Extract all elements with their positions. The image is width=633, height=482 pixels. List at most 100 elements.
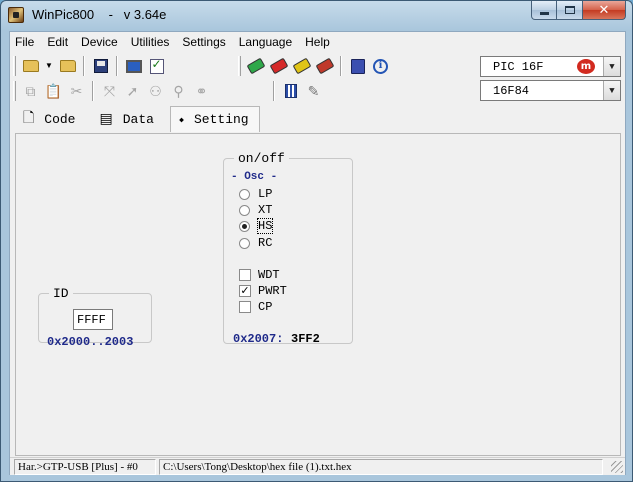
check-hardware-button[interactable]: [145, 55, 168, 77]
radio-hs[interactable]: [239, 220, 250, 232]
menu-language[interactable]: Language: [239, 35, 292, 49]
menu-edit[interactable]: Edit: [47, 35, 68, 49]
chevron-down-icon[interactable]: ▼: [603, 81, 620, 100]
replace-button[interactable]: ⚭: [190, 80, 213, 102]
hex-grid-icon: [284, 84, 297, 98]
osc-option-hs[interactable]: HS: [239, 218, 274, 234]
window-title: WinPic800 - v 3.64e: [32, 7, 167, 22]
microchip-logo-icon: m: [577, 59, 595, 74]
toolbar-area: ▼ i ⧉ 📋 ✂: [10, 53, 625, 103]
menu-device[interactable]: Device: [81, 35, 118, 49]
close-button[interactable]: ✕: [583, 1, 626, 20]
hex-view-button[interactable]: [279, 80, 302, 102]
device-select[interactable]: 16F84 ▼: [480, 80, 621, 101]
chevron-down-icon[interactable]: ▼: [603, 57, 620, 76]
menu-file[interactable]: File: [15, 35, 34, 49]
paste-icon: 📋: [44, 83, 63, 99]
open-file-button[interactable]: [19, 55, 42, 77]
cut-button[interactable]: ✂: [65, 80, 88, 102]
maximize-icon: [564, 6, 575, 14]
osc-option-label: XT: [258, 203, 273, 217]
status-file-path: C:\Users\Tong\Desktop\hex file (1).txt.h…: [159, 459, 603, 475]
radio-lp[interactable]: [239, 188, 250, 200]
open-folder-icon: [22, 60, 39, 72]
view-tabs: 🗋 Code ▤ Data ⬩ Setting: [15, 106, 266, 132]
title-bar[interactable]: WinPic800 - v 3.64e ✕: [1, 1, 632, 29]
device-family-value: PIC 16F: [493, 60, 544, 74]
tab-setting[interactable]: ⬩ Setting: [169, 106, 260, 132]
device-value: 16F84: [493, 84, 530, 98]
osc-option-rc[interactable]: RC: [239, 236, 272, 250]
reload-file-button[interactable]: [56, 55, 79, 77]
checkbox-cp[interactable]: [239, 301, 251, 313]
tab-setting-label: Setting: [193, 112, 249, 127]
osc-option-xt[interactable]: XT: [239, 203, 272, 217]
menu-bar: File Edit Device Utilities Settings Lang…: [10, 32, 625, 52]
info-icon: i: [373, 58, 388, 74]
device-family-select[interactable]: PIC 16F m ▼: [480, 56, 621, 77]
fuse-pwrt[interactable]: ✓ PWRT: [239, 284, 287, 298]
save-button[interactable]: [89, 55, 112, 77]
osc-option-label: HS: [256, 218, 274, 234]
recent-files-dropdown[interactable]: ▼: [42, 55, 56, 77]
find-button[interactable]: ⚇: [144, 80, 167, 102]
edit-pen-button[interactable]: ✎: [302, 80, 325, 102]
select-range-button[interactable]: ⤧: [98, 80, 121, 102]
fuse-label: CP: [258, 300, 273, 314]
minimize-button[interactable]: [531, 1, 557, 20]
fuse-label: WDT: [258, 268, 280, 282]
copy-icon: ⧉: [25, 83, 36, 99]
tab-code[interactable]: 🗋 Code: [15, 107, 85, 131]
erase-button[interactable]: [313, 55, 336, 77]
hardware-settings-button[interactable]: [122, 55, 145, 77]
status-bar: Har.>GTP-USB [Plus] - #0 C:\Users\Tong\D…: [10, 457, 625, 475]
osc-option-label: RC: [258, 236, 273, 250]
paste-button[interactable]: 📋: [42, 80, 65, 102]
osc-option-lp[interactable]: LP: [239, 187, 272, 201]
tab-data[interactable]: ▤ Data: [91, 107, 163, 131]
chip-program-icon: [269, 57, 288, 75]
id-address: 0x2000..2003: [47, 335, 134, 349]
toolbar-separator: [83, 56, 85, 76]
select-range-icon: ⤧: [103, 83, 116, 99]
toolbar-separator: [116, 56, 118, 76]
program-all-button[interactable]: [267, 55, 290, 77]
id-group-title: ID: [53, 286, 69, 301]
menu-utilities[interactable]: Utilities: [131, 35, 170, 49]
radio-xt[interactable]: [239, 204, 250, 216]
toolbar-separator: [92, 81, 94, 101]
toolbar-grip[interactable]: [13, 56, 16, 76]
checkbox-pwrt[interactable]: ✓: [239, 285, 251, 297]
pointer-button[interactable]: ➚: [121, 80, 144, 102]
checkbox-wdt[interactable]: [239, 269, 251, 281]
toolbar-edit: ⧉ 📋 ✂ ⤧ ➚ ⚇ ⚲ ⚭ ✎: [13, 79, 325, 103]
copy-button[interactable]: ⧉: [19, 80, 42, 102]
resize-grip-icon[interactable]: [611, 461, 623, 473]
about-button[interactable]: i: [369, 55, 392, 77]
window-controls: ✕: [531, 1, 626, 20]
minimize-icon: [539, 11, 549, 15]
maximize-button[interactable]: [557, 1, 583, 20]
menu-help[interactable]: Help: [305, 35, 330, 49]
toolbar-main: ▼ i: [13, 54, 392, 78]
tab-code-label: Code: [44, 111, 76, 127]
toolbar-grip[interactable]: [13, 81, 16, 101]
help-book-button[interactable]: [346, 55, 369, 77]
binoculars-icon: ⚇: [149, 83, 162, 99]
radio-rc[interactable]: [239, 237, 250, 249]
pointer-icon: ➚: [126, 83, 139, 99]
config-word-value: 3FF2: [291, 332, 320, 346]
find-next-button[interactable]: ⚲: [167, 80, 190, 102]
read-all-button[interactable]: [244, 55, 267, 77]
id-value-input[interactable]: FFFF: [73, 309, 113, 330]
fuse-wdt[interactable]: WDT: [239, 268, 280, 282]
toolbar-separator: [340, 56, 342, 76]
config-address: 0x2007:: [233, 332, 284, 346]
fuse-cp[interactable]: CP: [239, 300, 272, 314]
book-icon: [350, 58, 365, 74]
toolbar-grip[interactable]: [238, 56, 241, 76]
status-hardware: Har.>GTP-USB [Plus] - #0: [14, 459, 156, 475]
menu-settings[interactable]: Settings: [182, 35, 225, 49]
chip-verify-icon: [292, 57, 311, 75]
verify-button[interactable]: [290, 55, 313, 77]
